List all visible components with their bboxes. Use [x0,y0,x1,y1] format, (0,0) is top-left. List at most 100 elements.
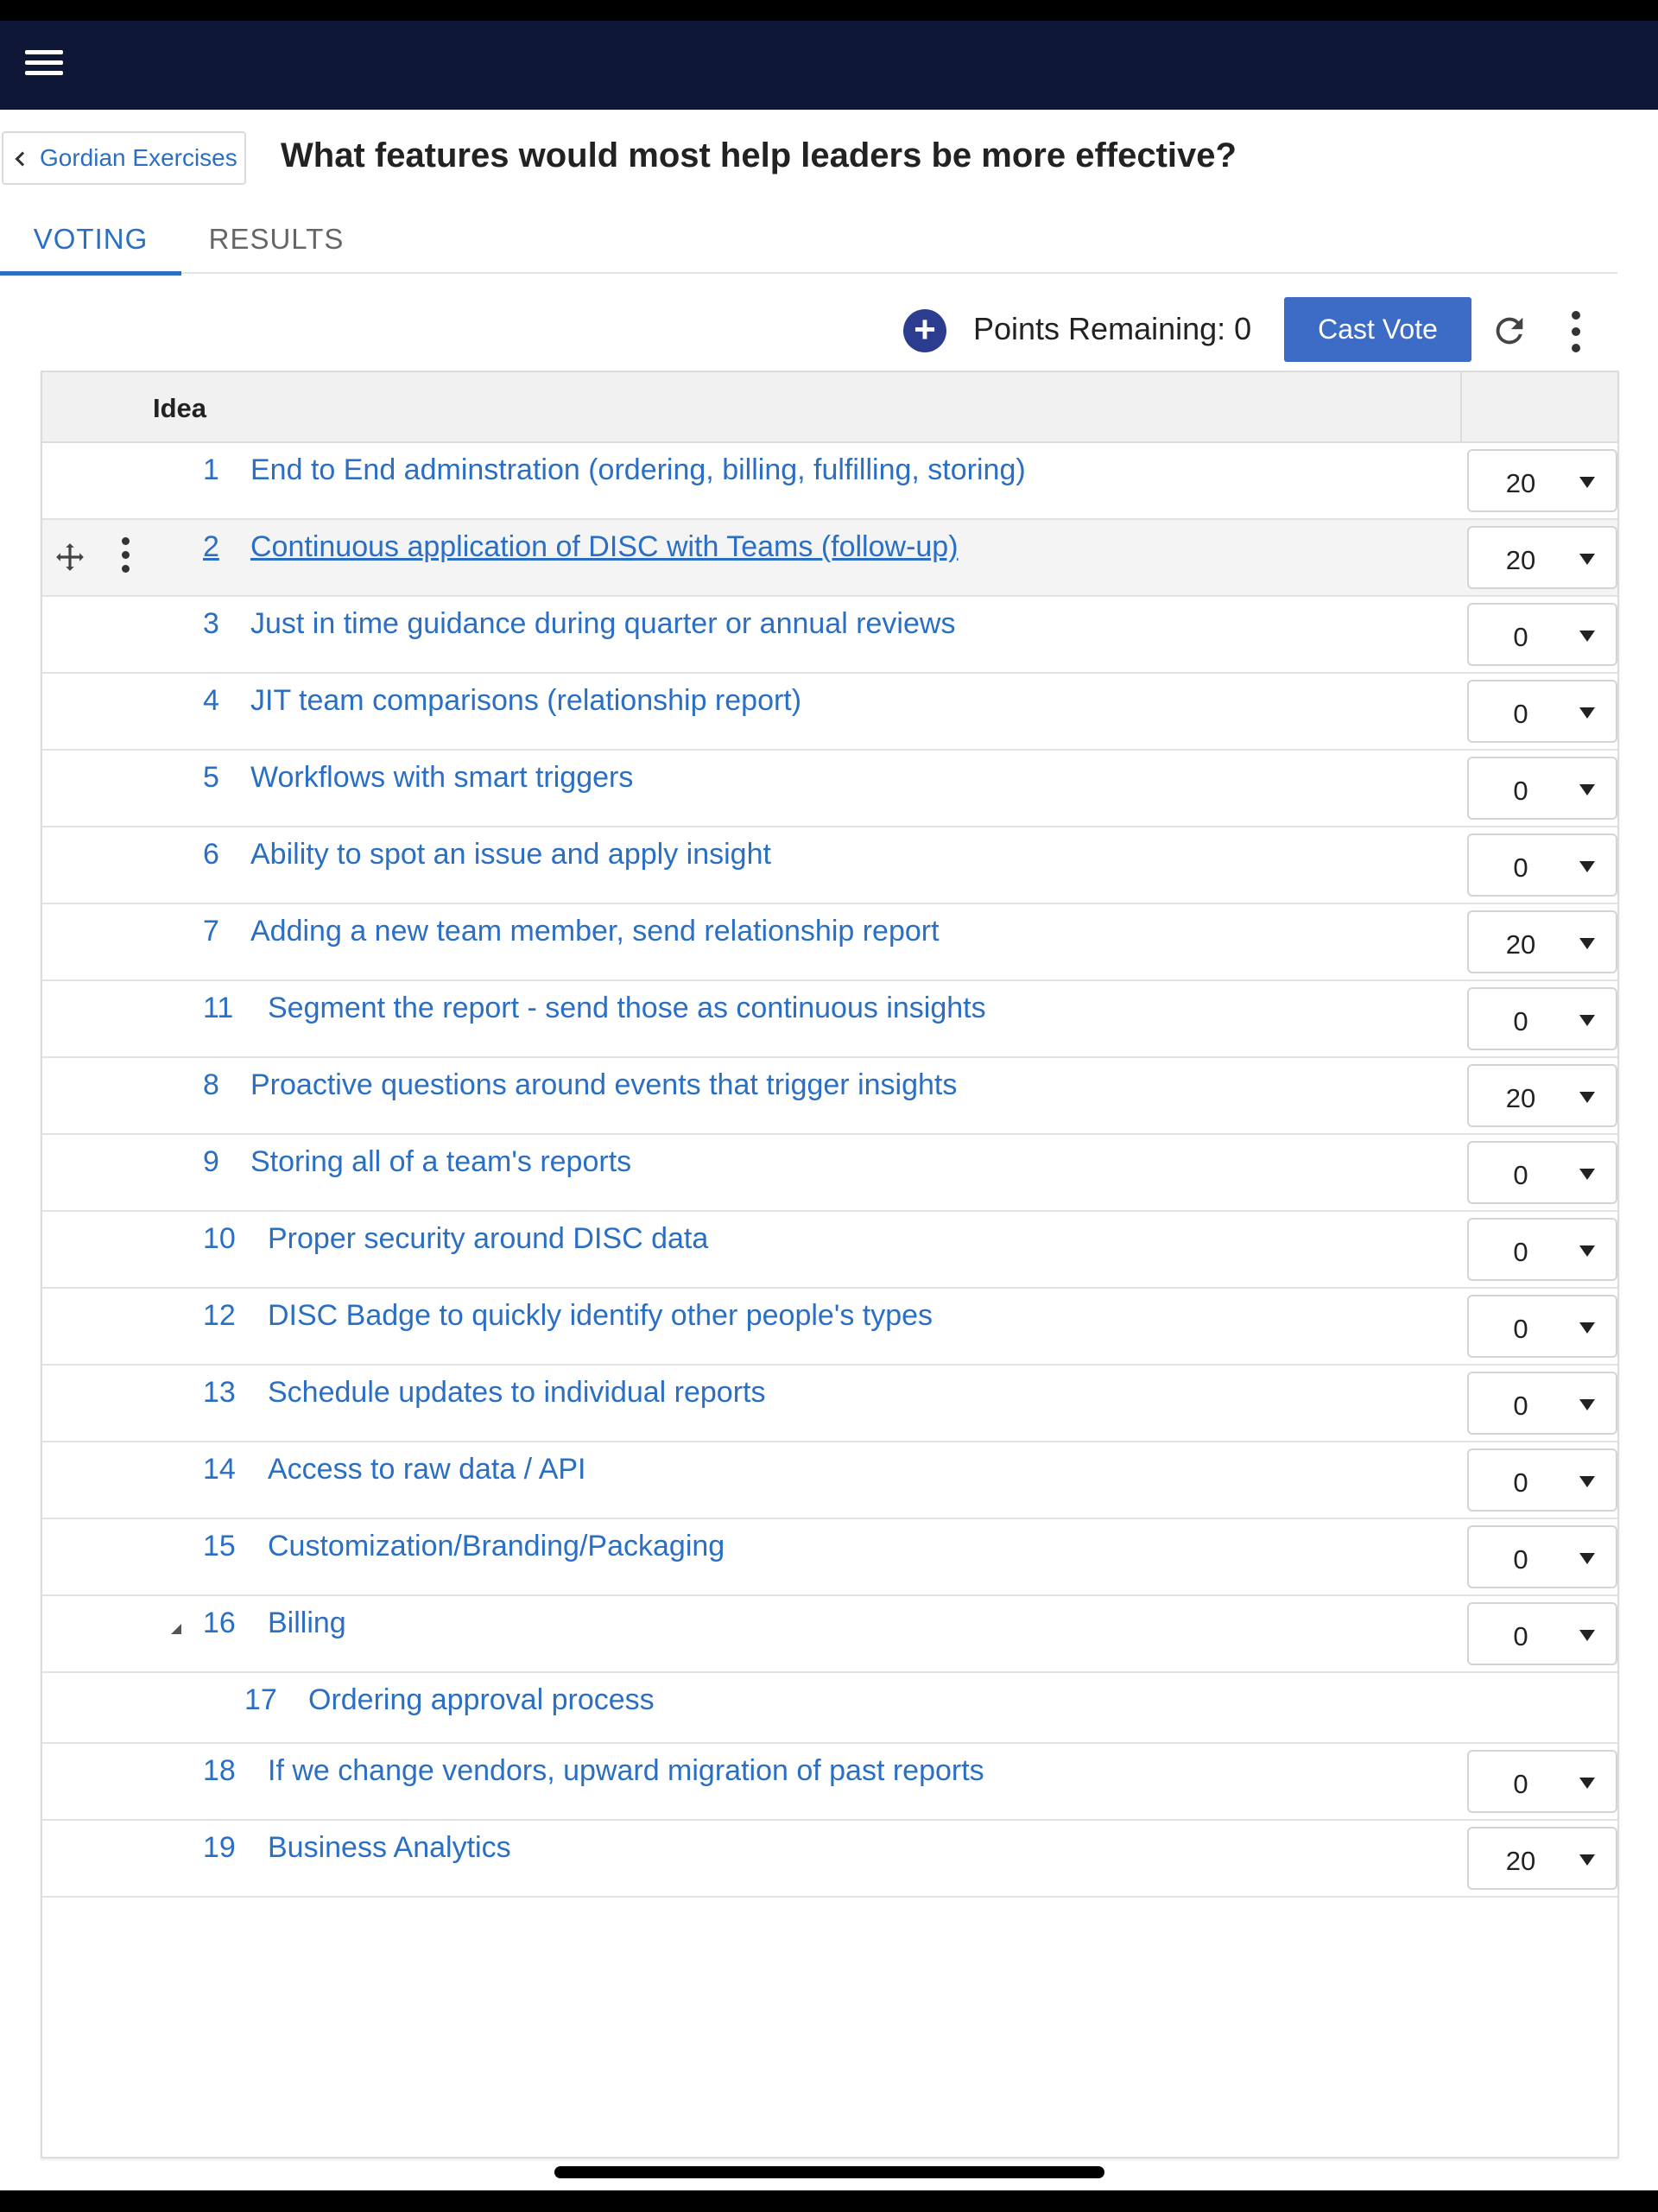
table-row: 19 Business Analytics 20 [42,1821,1617,1898]
idea-text[interactable]: Storing all of a team's reports [250,1145,631,1179]
points-select[interactable]: 0 [1467,603,1617,666]
row-options-icon[interactable] [120,537,132,575]
cast-vote-button[interactable]: Cast Vote [1284,297,1471,362]
points-select[interactable]: 0 [1467,987,1617,1050]
idea-number: 3 [203,607,219,640]
table-row: 10 Proper security around DISC data 0 [42,1212,1617,1289]
idea-text[interactable]: DISC Badge to quickly identify other peo… [268,1299,933,1333]
drag-handle-icon[interactable] [54,541,86,574]
points-select[interactable]: 20 [1467,1827,1617,1890]
toolbar: + Points Remaining: 0 Cast Vote [0,292,1658,362]
points-select[interactable]: 0 [1467,1525,1617,1588]
idea-text[interactable]: Billing [268,1607,346,1640]
idea-text[interactable]: Adding a new team member, send relations… [250,915,940,948]
caret-down-icon [1579,1553,1595,1564]
points-select[interactable]: 0 [1467,1295,1617,1358]
table-row: 14 Access to raw data / API 0 [42,1442,1617,1519]
table-row: 18 If we change vendors, upward migratio… [42,1744,1617,1821]
chevron-left-icon [15,151,30,167]
caret-down-icon [1579,861,1595,872]
idea-text[interactable]: Just in time guidance during quarter or … [250,607,955,641]
points-select-value: 0 [1513,1006,1528,1036]
tab-voting[interactable]: VOTING [0,205,181,276]
idea-number: 14 [203,1453,236,1486]
idea-text[interactable]: Continuous application of DISC with Team… [250,530,959,564]
add-circle-icon[interactable]: + [903,309,946,352]
points-select-value: 0 [1513,1621,1528,1651]
idea-text[interactable]: Ability to spot an issue and apply insig… [250,838,771,871]
points-select-value: 20 [1505,929,1536,960]
points-select[interactable]: 0 [1467,1750,1617,1813]
idea-text[interactable]: Ordering approval process [308,1683,655,1717]
idea-text[interactable]: Workflows with smart triggers [250,761,633,795]
idea-text[interactable]: Proper security around DISC data [268,1222,708,1256]
points-select[interactable]: 0 [1467,1141,1617,1204]
more-options-icon[interactable] [1566,311,1585,352]
points-select[interactable]: 20 [1467,910,1617,973]
idea-text[interactable]: Business Analytics [268,1831,511,1865]
idea-text[interactable]: If we change vendors, upward migration o… [268,1754,984,1788]
caret-down-icon [1579,1015,1595,1026]
back-button-label: Gordian Exercises [40,144,237,171]
idea-number: 7 [203,915,219,948]
idea-text[interactable]: Access to raw data / API [268,1453,586,1486]
table-row: 1 End to End adminstration (ordering, bi… [42,443,1617,520]
points-select[interactable]: 0 [1467,1602,1617,1665]
points-select[interactable]: 0 [1467,1372,1617,1435]
points-select[interactable]: 20 [1467,449,1617,512]
idea-number: 5 [203,761,219,794]
points-select[interactable]: 0 [1467,833,1617,897]
idea-number: 2 [203,530,219,563]
idea-text[interactable]: Schedule updates to individual reports [268,1376,766,1410]
points-select[interactable]: 0 [1467,680,1617,743]
table-row: 11 Segment the report - send those as co… [42,981,1617,1058]
points-select-value: 20 [1505,1846,1536,1876]
points-select[interactable]: 0 [1467,1218,1617,1281]
refresh-icon[interactable] [1490,311,1529,351]
tab-bar: VOTING RESULTS [0,205,1617,276]
caret-down-icon [1579,554,1595,565]
table-row-child: 17 Ordering approval process [42,1673,1617,1744]
idea-text[interactable]: Segment the report - send those as conti… [268,992,986,1025]
caret-down-icon [1579,1245,1595,1257]
idea-number: 17 [244,1683,277,1716]
page-title: What features would most help leaders be… [281,136,1237,174]
points-select-value: 20 [1505,545,1536,575]
points-select[interactable]: 20 [1467,1064,1617,1127]
caret-down-icon [1579,631,1595,642]
table-row: 2 Continuous application of DISC with Te… [42,520,1617,597]
tab-results[interactable]: RESULTS [203,205,350,274]
idea-text[interactable]: End to End adminstration (ordering, bill… [250,453,1026,487]
points-select-value: 0 [1513,1314,1528,1344]
caret-down-icon [1579,1169,1595,1180]
points-select-value: 20 [1505,468,1536,498]
idea-number: 10 [203,1222,236,1255]
caret-down-icon [1579,784,1595,795]
idea-number: 1 [203,453,219,486]
back-button[interactable]: Gordian Exercises [2,131,246,185]
caret-down-icon [1579,1778,1595,1789]
column-header-idea: Idea [153,393,207,423]
home-indicator [554,2166,1104,2178]
idea-number: 8 [203,1068,219,1101]
points-select-value: 20 [1505,1083,1536,1113]
caret-down-icon [1579,707,1595,719]
idea-number: 4 [203,684,219,717]
caret-down-icon [1579,477,1595,488]
caret-down-icon [1579,1630,1595,1641]
idea-text[interactable]: JIT team comparisons (relationship repor… [250,684,801,718]
points-select[interactable]: 20 [1467,526,1617,589]
collapse-triangle-icon[interactable] [171,1624,181,1634]
idea-text[interactable]: Proactive questions around events that t… [250,1068,957,1102]
points-select[interactable]: 0 [1467,757,1617,820]
idea-number: 6 [203,838,219,871]
grid-rows: 1 End to End adminstration (ordering, bi… [42,443,1617,1898]
table-row: 13 Schedule updates to individual report… [42,1366,1617,1442]
caret-down-icon [1579,1854,1595,1866]
idea-number: 15 [203,1530,236,1562]
points-select[interactable]: 0 [1467,1448,1617,1512]
points-select-value: 0 [1513,1769,1528,1799]
hamburger-menu-icon[interactable] [25,50,63,81]
points-select-value: 0 [1513,1160,1528,1190]
idea-text[interactable]: Customization/Branding/Packaging [268,1530,725,1563]
